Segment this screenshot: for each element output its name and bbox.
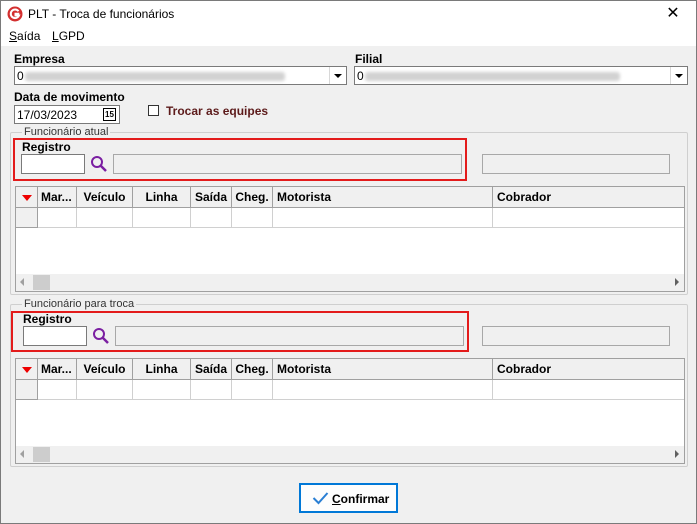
data-movimento-label: Data de movimento xyxy=(14,90,125,104)
title-bar: PLT - Troca de funcionários ✕ xyxy=(1,1,696,27)
empresa-value: 0 xyxy=(17,69,24,83)
scroll-thumb[interactable] xyxy=(33,447,50,462)
horizontal-scrollbar[interactable] xyxy=(16,446,684,463)
table-cell[interactable] xyxy=(232,208,273,228)
checkmark-icon xyxy=(312,492,329,505)
table-cell[interactable] xyxy=(133,380,191,400)
chevron-down-icon[interactable] xyxy=(329,67,346,84)
funcionario-nome-troca xyxy=(115,326,464,346)
scroll-right-icon[interactable] xyxy=(675,450,679,458)
col-cobrador[interactable]: Cobrador xyxy=(493,187,684,208)
col-cobrador[interactable]: Cobrador xyxy=(493,359,684,380)
close-button[interactable]: ✕ xyxy=(650,1,696,27)
app-logo-icon xyxy=(7,6,23,22)
col-mar[interactable]: Mar... xyxy=(38,359,77,380)
table-cell[interactable] xyxy=(77,208,133,228)
table-cell[interactable] xyxy=(191,208,232,228)
menu-bar: Saída LGPD xyxy=(1,27,696,46)
table-cell[interactable] xyxy=(191,380,232,400)
funcionario-info-atual xyxy=(482,154,670,174)
main-window: PLT - Troca de funcionários ✕ Saída LGPD… xyxy=(0,0,697,524)
scroll-left-icon[interactable] xyxy=(20,450,24,458)
row-indicator[interactable] xyxy=(16,208,38,228)
funcionario-atual-title: Funcionário atual xyxy=(22,126,111,138)
confirm-button[interactable]: Confirmar xyxy=(299,483,398,513)
scroll-right-icon[interactable] xyxy=(675,278,679,286)
registro-label-troca: Registro xyxy=(23,312,72,326)
table-cell[interactable] xyxy=(493,208,684,228)
col-linha[interactable]: Linha xyxy=(133,359,191,380)
table-cell[interactable] xyxy=(133,208,191,228)
funcionario-troca-title: Funcionário para troca xyxy=(22,298,137,310)
filial-label: Filial xyxy=(355,52,383,66)
grid-atual[interactable]: Mar... Veículo Linha Saída Cheg. Motoris… xyxy=(15,186,685,292)
table-row[interactable] xyxy=(16,208,684,228)
col-motorista[interactable]: Motorista xyxy=(273,359,493,380)
col-motorista[interactable]: Motorista xyxy=(273,187,493,208)
scroll-left-icon[interactable] xyxy=(20,278,24,286)
empresa-select[interactable]: 0 xyxy=(14,66,347,85)
row-indicator[interactable] xyxy=(16,380,38,400)
search-icon[interactable] xyxy=(92,327,110,345)
col-saida[interactable]: Saída xyxy=(191,359,232,380)
search-icon[interactable] xyxy=(90,155,108,173)
filial-value: 0 xyxy=(357,69,364,83)
grid-troca-header: Mar... Veículo Linha Saída Cheg. Motoris… xyxy=(16,359,684,380)
filial-select[interactable]: 0 xyxy=(354,66,688,85)
funcionario-nome-atual xyxy=(113,154,462,174)
table-cell[interactable] xyxy=(232,380,273,400)
col-cheg[interactable]: Cheg. xyxy=(232,359,273,380)
menu-item-saida[interactable]: Saída xyxy=(9,29,40,43)
grid-troca[interactable]: Mar... Veículo Linha Saída Cheg. Motoris… xyxy=(15,358,685,464)
table-cell[interactable] xyxy=(38,208,77,228)
grid-atual-header: Mar... Veículo Linha Saída Cheg. Motoris… xyxy=(16,187,684,208)
col-mar[interactable]: Mar... xyxy=(38,187,77,208)
horizontal-scrollbar[interactable] xyxy=(16,274,684,291)
col-veiculo[interactable]: Veículo xyxy=(77,187,133,208)
window-title: PLT - Troca de funcionários xyxy=(28,7,175,21)
registro-input-troca[interactable] xyxy=(23,326,87,346)
chevron-down-icon[interactable] xyxy=(670,67,687,84)
registro-label-atual: Registro xyxy=(22,140,71,154)
empresa-label: Empresa xyxy=(14,52,65,66)
table-cell[interactable] xyxy=(273,208,493,228)
col-saida[interactable]: Saída xyxy=(191,187,232,208)
col-linha[interactable]: Linha xyxy=(133,187,191,208)
table-cell[interactable] xyxy=(273,380,493,400)
sort-indicator-icon[interactable] xyxy=(16,359,38,380)
sort-indicator-icon[interactable] xyxy=(16,187,38,208)
col-veiculo[interactable]: Veículo xyxy=(77,359,133,380)
data-movimento-value: 17/03/2023 xyxy=(17,108,78,122)
close-icon: ✕ xyxy=(666,5,680,22)
table-row[interactable] xyxy=(16,380,684,400)
table-cell[interactable] xyxy=(77,380,133,400)
menu-item-lgpd[interactable]: LGPD xyxy=(52,29,85,43)
table-cell[interactable] xyxy=(493,380,684,400)
trocar-equipes-checkbox[interactable] xyxy=(148,105,159,116)
scroll-thumb[interactable] xyxy=(33,275,50,290)
funcionario-info-troca xyxy=(482,326,670,346)
registro-input-atual[interactable] xyxy=(21,154,85,174)
empresa-redacted-text xyxy=(25,72,285,81)
col-cheg[interactable]: Cheg. xyxy=(232,187,273,208)
trocar-equipes-label[interactable]: Trocar as equipes xyxy=(166,104,268,118)
calendar-icon[interactable]: 15 xyxy=(103,108,116,121)
data-movimento-field[interactable]: 17/03/2023 15 xyxy=(14,105,120,124)
table-cell[interactable] xyxy=(38,380,77,400)
filial-redacted-text xyxy=(365,72,620,81)
confirm-label: Confirmar xyxy=(332,492,390,506)
